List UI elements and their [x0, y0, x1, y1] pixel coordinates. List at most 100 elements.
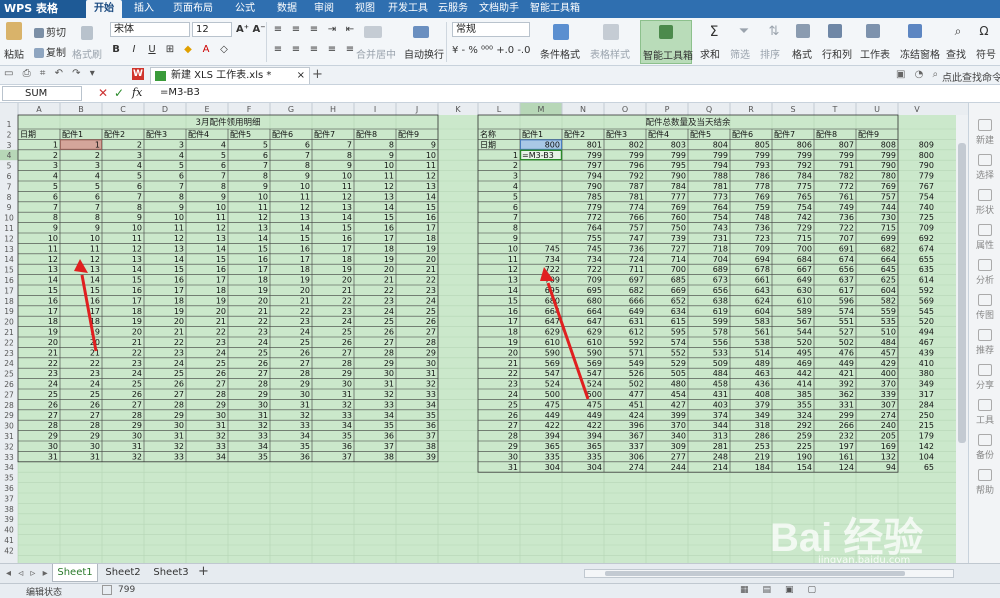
font-grow-button[interactable]: A⁺ A⁻ [236, 24, 266, 35]
currency-percent-group[interactable]: ¥ - % ⁰⁰⁰ +.0 -.0 [452, 45, 530, 56]
find-icon[interactable]: ⌕ [950, 24, 966, 39]
table2-cell: 335 [587, 452, 602, 461]
right-panel-item-11[interactable]: 帮助 [969, 469, 1000, 496]
menu-tab-9[interactable]: 云服务 [434, 0, 472, 18]
align-bottom-button[interactable]: ≡ [308, 24, 320, 36]
indent-button[interactable]: ⇥ [326, 24, 338, 36]
table2-cell: 124 [839, 463, 854, 472]
close-tab-icon[interactable]: × [297, 68, 305, 83]
sum-icon[interactable]: Σ [702, 24, 726, 40]
menu-tab-3[interactable]: 页面布局 [166, 0, 220, 18]
fill-color-button[interactable]: ◆ [182, 44, 194, 56]
menu-tab-6[interactable]: 审阅 [306, 0, 342, 18]
right-panel-item-3[interactable]: 形状 [969, 189, 1000, 216]
distribute-button[interactable]: ≡ [344, 44, 356, 56]
quick-access-icons[interactable]: ▭ ⎙ ⌗ ↶ ↷ ▾ [4, 68, 98, 79]
name-box[interactable]: SUM [2, 86, 82, 101]
merge-center-button[interactable] [356, 26, 392, 38]
spreadsheet-grid[interactable]: A B C D E F G H I J K L M N O P Q R S T U V 1 2 3 4 5 6 7 8 9 10 11 12 13 1… [0, 103, 968, 563]
justify-button[interactable]: ≡ [326, 44, 338, 56]
right-panel-item-9[interactable]: 工具 [969, 399, 1000, 426]
right-panel-item-6[interactable]: 传图 [969, 294, 1000, 321]
align-left-button[interactable]: ≡ [272, 44, 284, 56]
cancel-formula-icon[interactable]: ✕ [98, 86, 108, 100]
sort-icon[interactable]: ⇅ [762, 24, 786, 39]
menu-tab-8[interactable]: 开发工具 [386, 0, 430, 18]
table1-cell: 9 [53, 224, 58, 233]
freeze-button[interactable] [906, 24, 926, 38]
right-panel-item-7[interactable]: 推荐 [969, 329, 1000, 356]
menu-tab-1[interactable]: 开始 [86, 0, 122, 18]
menu-tab-5[interactable]: 数据 [272, 0, 302, 18]
font-color-button[interactable]: A [200, 44, 212, 56]
table-style-button[interactable] [592, 24, 632, 40]
copy-button[interactable]: 复制 [34, 44, 66, 59]
menu-tab-7[interactable]: 视图 [348, 0, 382, 18]
menu-tab-2[interactable]: 插入 [126, 0, 162, 18]
filter-icon[interactable]: ⏷ [732, 24, 756, 39]
align-top-button[interactable]: ≡ [272, 24, 284, 36]
wps-w-icon[interactable]: W [132, 68, 144, 80]
freeze-label: 冻结窗格 [900, 50, 940, 61]
underline-button[interactable]: U [146, 44, 158, 56]
document-tab[interactable]: 新建 XLS 工作表.xls * × [150, 67, 310, 84]
fx-icon[interactable]: fx [132, 86, 142, 99]
wps-logo[interactable]: WPS 表格 [0, 0, 86, 18]
font-name-select[interactable]: 宋体 [110, 22, 190, 37]
table1-cell: 16 [174, 276, 184, 285]
bold-button[interactable]: B [110, 44, 122, 56]
view-mode-icons[interactable]: ▦▤▣▢ [740, 585, 830, 595]
paste-button[interactable] [4, 22, 26, 40]
table1-cell: 8 [179, 192, 184, 201]
sheet-tab-1[interactable]: Sheet1 [52, 564, 98, 582]
table2-cell: 748 [755, 213, 770, 222]
menu-tab-10[interactable]: 文档助手 [476, 0, 522, 18]
clear-button[interactable]: ◇ [218, 44, 230, 56]
font-size-select[interactable]: 12 [192, 22, 232, 37]
right-panel-item-10[interactable]: 备份 [969, 434, 1000, 461]
sheet-tab-2[interactable]: Sheet2 [100, 564, 146, 582]
menu-tab-4[interactable]: 公式 [224, 0, 266, 18]
worksheet-icon [866, 24, 880, 38]
add-sheet-icon[interactable]: + [198, 564, 209, 579]
right-panel-item-4[interactable]: 属性 [969, 224, 1000, 251]
cut-button[interactable]: 剪切 [34, 24, 66, 39]
table1-cell: 32 [300, 411, 310, 420]
wrap-text-button[interactable] [404, 26, 440, 38]
sheet-tab-3[interactable]: Sheet3 [148, 564, 194, 582]
column-header: O [622, 105, 628, 114]
help-search-field[interactable]: 点此查找命令 [942, 69, 1000, 84]
confirm-formula-icon[interactable]: ✓ [114, 86, 124, 100]
horizontal-scrollbar[interactable] [584, 569, 954, 578]
format-painter-button[interactable] [74, 26, 102, 40]
right-panel-item-5[interactable]: 分析 [969, 259, 1000, 286]
smart-toolbox-button[interactable]: 智能工具箱 [640, 20, 693, 64]
right-panel-item-8[interactable]: 分享 [969, 364, 1000, 391]
right-panel-item-2[interactable]: 选择 [969, 154, 1000, 181]
sheet-nav-arrows[interactable]: ◂ ◃ ▹ ▸ [6, 568, 50, 579]
macro-record-icon[interactable] [102, 585, 112, 595]
worksheet-button[interactable] [864, 24, 884, 38]
table1-cell: 4 [221, 140, 226, 149]
row-header: 8 [7, 193, 12, 202]
table2-day-cell: 7 [513, 213, 518, 222]
format-button[interactable] [794, 24, 814, 38]
table2-cell: 754 [713, 213, 728, 222]
formula-input[interactable]: =M3-B3 [160, 87, 200, 98]
table2-cell: 704 [713, 255, 728, 264]
align-right-button[interactable]: ≡ [308, 44, 320, 56]
align-center-button[interactable]: ≡ [290, 44, 302, 56]
border-button[interactable]: ⊞ [164, 44, 176, 56]
number-format-select[interactable]: 常规 [452, 22, 530, 37]
conditional-format-button[interactable] [542, 24, 582, 40]
menu-tab-11[interactable]: 智能工具箱 [526, 0, 584, 18]
symbol-icon[interactable]: Ω [976, 24, 992, 38]
new-tab-icon[interactable]: + [312, 67, 323, 82]
italic-button[interactable]: I [128, 44, 140, 56]
window-tool-icons[interactable]: ▣ ◔ ⌕ [896, 69, 941, 80]
scrollbar-thumb[interactable] [605, 571, 905, 576]
outdent-button[interactable]: ⇤ [344, 24, 356, 36]
row-col-button[interactable] [826, 24, 846, 38]
right-panel-item-1[interactable]: 新建 [969, 119, 1000, 146]
align-middle-button[interactable]: ≡ [290, 24, 302, 36]
